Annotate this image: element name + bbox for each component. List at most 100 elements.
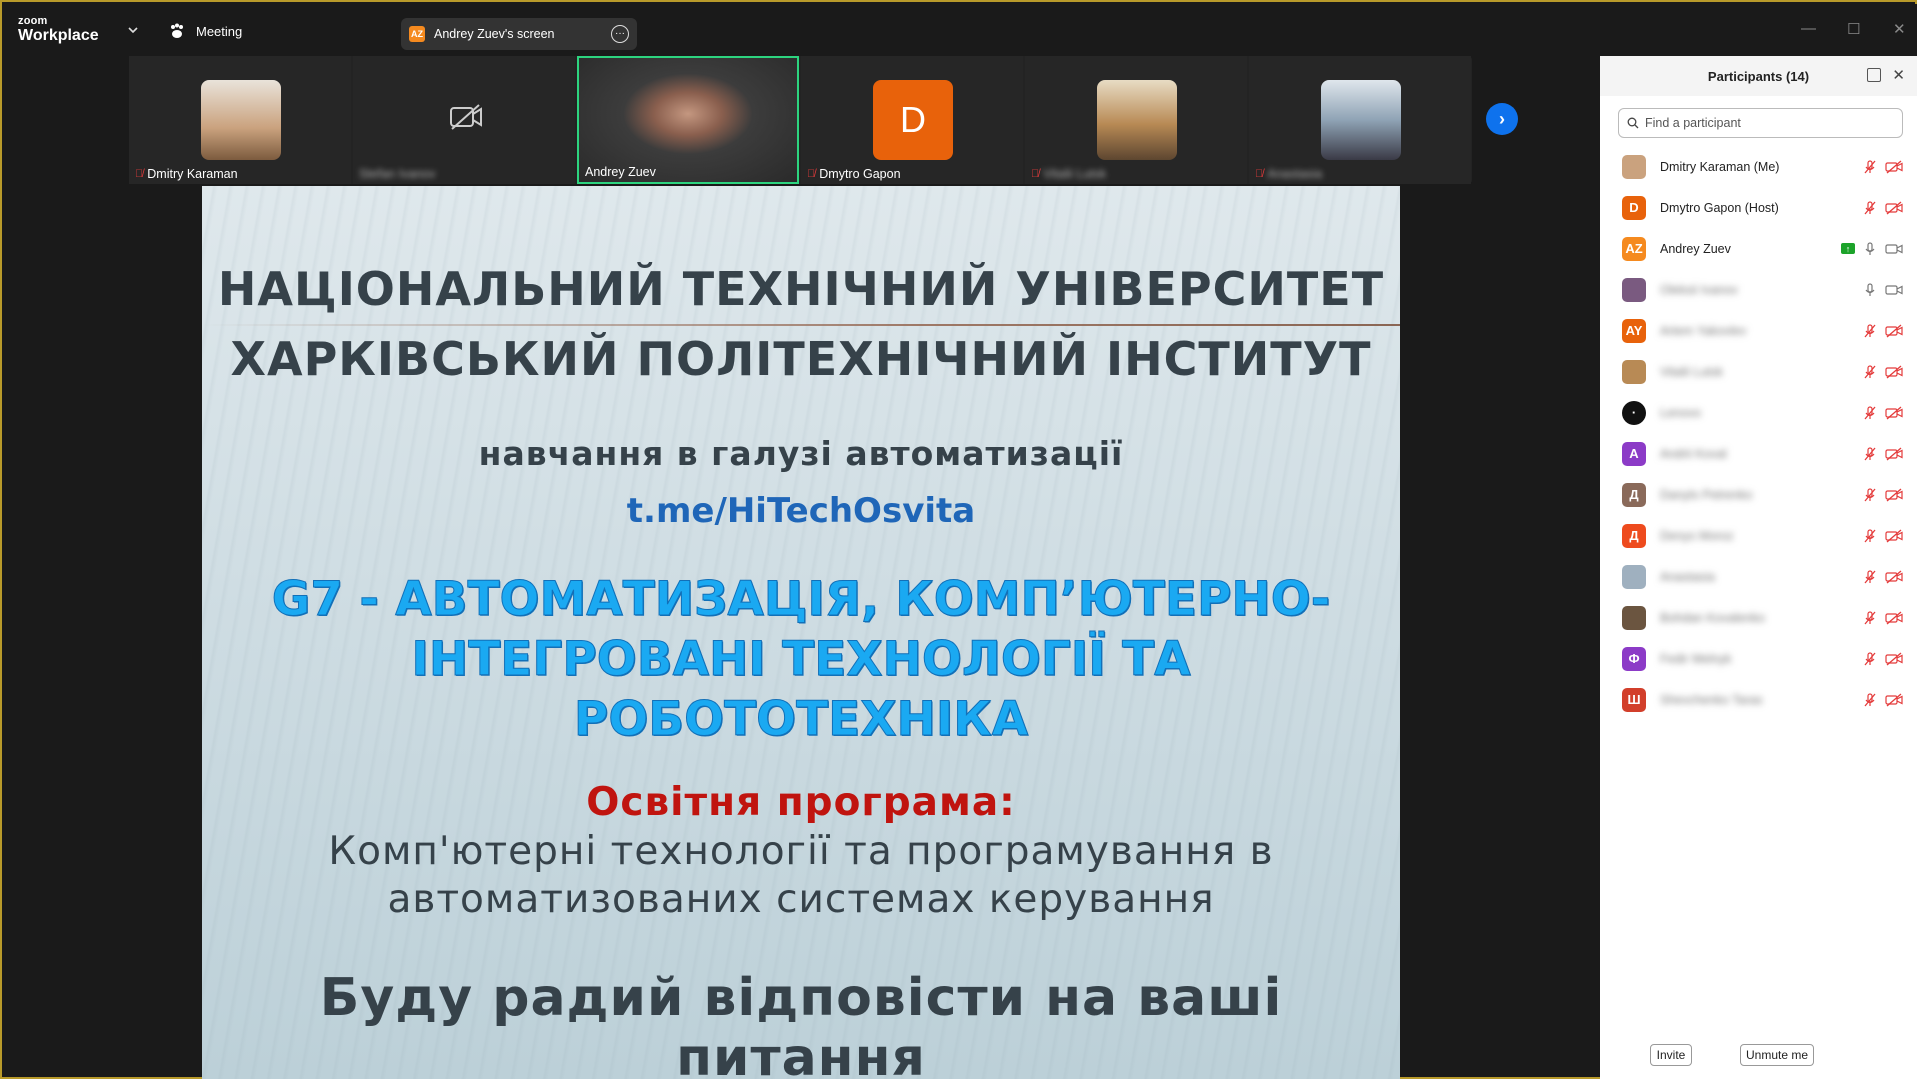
video-off-icon	[1885, 447, 1903, 460]
tile-name: Stefan Ivanov	[359, 167, 436, 181]
search-icon	[1627, 117, 1639, 129]
participant-row[interactable]: Ш Shevchenko Taras	[1600, 679, 1917, 720]
participant-avatar: AZ	[1622, 236, 1646, 261]
sharer-avatar: AZ	[409, 26, 425, 42]
mic-off-icon	[1864, 200, 1876, 214]
participant-avatar	[1622, 564, 1646, 589]
video-off-icon	[1885, 611, 1903, 624]
participant-row[interactable]: A Andrii Koval	[1600, 433, 1917, 474]
mic-off-icon	[1864, 446, 1876, 460]
participant-status-icons	[1863, 323, 1903, 338]
mic-icon	[1865, 241, 1875, 255]
participant-avatar	[1622, 277, 1646, 302]
video-off-icon	[1885, 652, 1903, 665]
participant-row[interactable]: D Dmytro Gapon (Host)	[1600, 187, 1917, 228]
invite-button[interactable]: Invite	[1650, 1044, 1692, 1066]
participant-name: Andrey Zuev	[1660, 241, 1731, 256]
participants-panel: Participants (14) ✕ Find a participant D…	[1600, 56, 1917, 1079]
meeting-label: Meeting	[196, 23, 243, 39]
participant-name: Vitalii Lutsk	[1660, 364, 1723, 379]
mic-off-icon	[1864, 159, 1876, 173]
video-tile[interactable]: 🎙̸ Vitalii Lutsk	[1025, 56, 1247, 184]
tile-name: 🎙̸ Vitalii Lutsk	[1031, 167, 1107, 181]
slide-program-line2: автоматизованих системах керування	[387, 877, 1215, 922]
participant-search[interactable]: Find a participant	[1618, 108, 1903, 138]
participant-avatar: D	[1622, 195, 1646, 220]
slide-g7-line1: G7 - АВТОМАТИЗАЦІЯ, КОМП’ЮТЕРНО-	[271, 572, 1331, 628]
slide-subtitle: навчання в галузі автоматизації	[478, 434, 1124, 473]
participant-row[interactable]: AY Artem Yakovlev	[1600, 310, 1917, 351]
participant-row[interactable]: Vitalii Lutsk	[1600, 351, 1917, 392]
tile-name: 🎙̸ Dmytro Gapon	[807, 167, 901, 181]
participant-row[interactable]: Д Danylo Petrenko	[1600, 474, 1917, 515]
mic-off-icon	[1864, 610, 1876, 624]
participant-avatar: Д	[1622, 523, 1646, 548]
participant-row[interactable]: AZ Andrey Zuev ↑	[1600, 228, 1917, 269]
participant-row[interactable]: Д Denys Moroz	[1600, 515, 1917, 556]
screen-share-pill[interactable]: AZ Andrey Zuev's screen ···	[401, 18, 637, 50]
slide-g7-line2: ІНТЕГРОВАНІ ТЕХНОЛОГІЇ ТА	[411, 632, 1191, 688]
video-tile-active-speaker[interactable]: Andrey Zuev	[577, 56, 799, 184]
participant-name: Shevchenko Taras	[1660, 692, 1763, 707]
chevron-down-icon[interactable]	[126, 24, 140, 36]
participant-name: Andrii Koval	[1660, 446, 1727, 461]
participant-avatar: Ш	[1622, 687, 1646, 712]
speaker-video	[579, 58, 797, 182]
close-icon[interactable]: ✕	[1892, 66, 1905, 84]
participant-name: Artem Yakovlev	[1660, 323, 1747, 338]
participant-avatar: AY	[1622, 318, 1646, 343]
meeting-button[interactable]: Meeting	[168, 22, 242, 40]
panel-footer: Invite Unmute me	[1600, 1031, 1917, 1079]
participant-name: Fedir Melnyk	[1660, 651, 1732, 666]
mic-off-icon: 🎙̸	[807, 168, 816, 180]
mic-off-icon: 🎙̸	[1031, 168, 1040, 180]
next-page-button[interactable]: ›	[1486, 103, 1518, 135]
participant-status-icons	[1863, 569, 1903, 584]
shared-slide: НАЦІОНАЛЬНИЙ ТЕХНІЧНИЙ УНІВЕРСИТЕТ ХАРКІ…	[202, 186, 1400, 1079]
participant-status-icons	[1863, 610, 1903, 625]
maximize-icon[interactable]: ☐	[1847, 20, 1860, 38]
participant-row[interactable]: Ф Fedir Melnyk	[1600, 638, 1917, 679]
mic-off-icon	[1864, 364, 1876, 378]
video-icon	[1885, 243, 1903, 254]
mic-off-icon	[1864, 405, 1876, 419]
video-tile[interactable]: 🎙̸ Dmitry Karaman	[129, 56, 351, 184]
participant-photo	[201, 80, 281, 160]
unmute-me-button[interactable]: Unmute me	[1740, 1044, 1814, 1066]
participant-avatar	[1622, 359, 1646, 384]
video-off-icon	[450, 104, 482, 130]
participant-name: Bohdan Kovalenko	[1660, 610, 1765, 625]
participant-photo	[1321, 80, 1401, 160]
participant-status-icons	[1863, 159, 1903, 174]
video-icon	[1885, 284, 1903, 295]
participant-photo	[1097, 80, 1177, 160]
participant-row[interactable]: Anastasia	[1600, 556, 1917, 597]
participant-avatar: Ф	[1622, 646, 1646, 671]
participant-status-icons	[1863, 528, 1903, 543]
minimize-icon[interactable]: —	[1801, 20, 1816, 37]
participant-row[interactable]: Dmitry Karaman (Me)	[1600, 146, 1917, 187]
window-frame: zoom Workplace Meeting AZ Andrey Zuev's …	[0, 0, 1917, 1079]
participant-status-icons	[1863, 692, 1903, 707]
participant-name: Dmitry Karaman (Me)	[1660, 159, 1780, 174]
pop-out-icon[interactable]	[1867, 68, 1881, 82]
close-window-icon[interactable]: ✕	[1893, 20, 1906, 38]
video-off-icon	[1885, 406, 1903, 419]
participant-row[interactable]: · Lenovo	[1600, 392, 1917, 433]
logo-small-text: zoom	[18, 15, 48, 27]
video-off-icon	[1885, 160, 1903, 173]
participant-row[interactable]: Bohdan Kovalenko	[1600, 597, 1917, 638]
mic-off-icon	[1864, 569, 1876, 583]
participant-status-icons	[1863, 487, 1903, 502]
video-off-icon	[1885, 201, 1903, 214]
participant-avatar: D	[873, 80, 953, 160]
participant-name: Danylo Petrenko	[1660, 487, 1753, 502]
video-tile[interactable]: Stefan Ivanov	[353, 56, 575, 184]
participant-row[interactable]: Oleksii Ivanov	[1600, 269, 1917, 310]
participant-avatar: A	[1622, 441, 1646, 466]
video-tile[interactable]: D 🎙̸ Dmytro Gapon	[801, 56, 1023, 184]
more-options-icon[interactable]: ···	[611, 25, 629, 43]
mic-off-icon: 🎙̸	[135, 168, 144, 180]
mic-off-icon: 🎙̸	[1255, 168, 1264, 180]
video-tile[interactable]: 🎙̸ Anastasia	[1249, 56, 1471, 184]
